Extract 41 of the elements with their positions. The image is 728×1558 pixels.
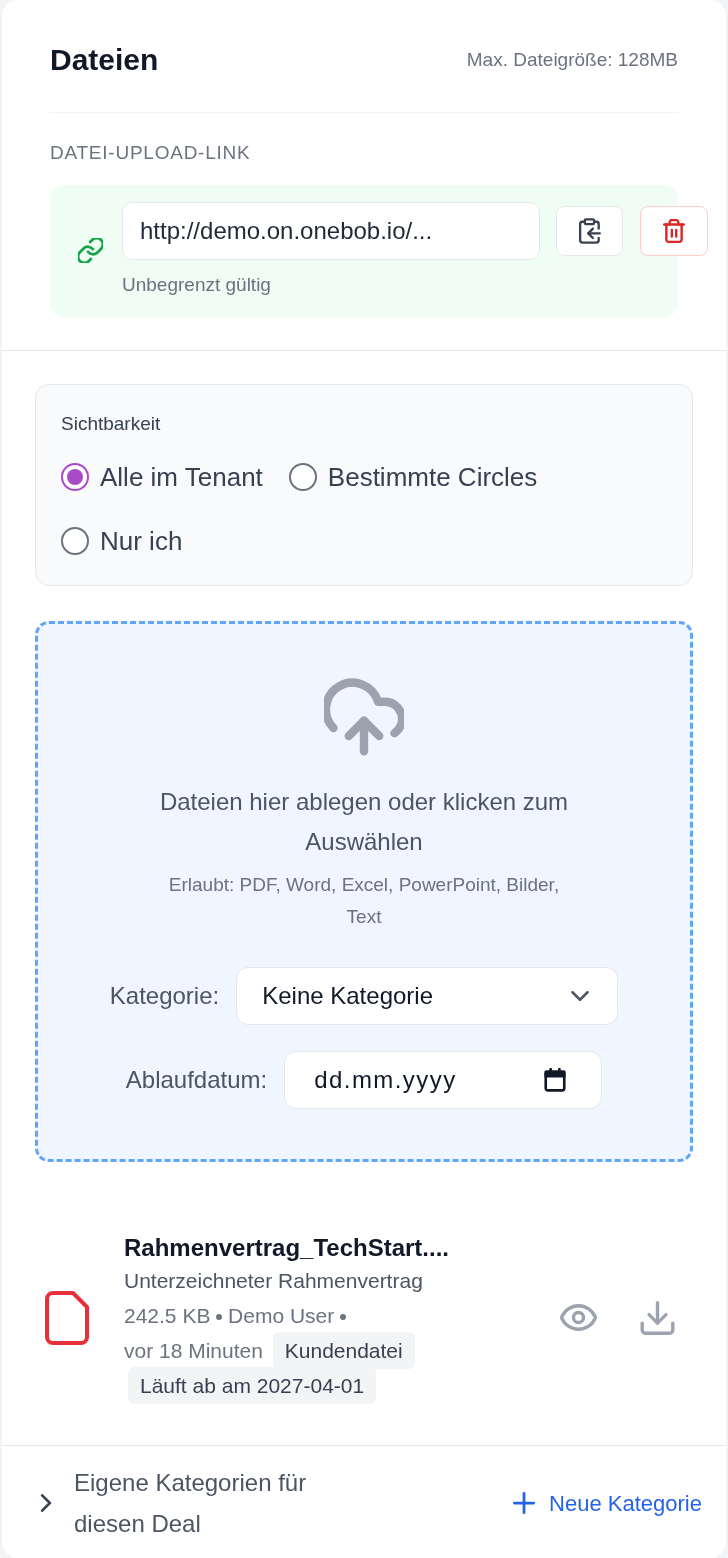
field-label: Sichtbarkeit <box>61 412 162 436</box>
field-label: Ablaufdatum: <box>125 1065 268 1095</box>
radio-button[interactable] <box>61 527 89 555</box>
file-meta: vor 18 Minuten <box>124 1339 263 1362</box>
copy-button[interactable] <box>556 206 623 256</box>
url-field[interactable]: http://demo.on.onebob.io/... <box>122 202 540 260</box>
validity-text: Unbegrenzt gültig <box>122 273 272 297</box>
view-button[interactable] <box>560 1304 597 1331</box>
radio-label[interactable]: Nur ich <box>100 521 183 561</box>
allowed-types-text: Erlaubt: PDF, Word, Excel, PowerPoint, Bilder, Text <box>167 873 561 929</box>
plus-icon <box>513 1492 536 1514</box>
link-icon <box>78 237 103 263</box>
file-name: Rahmenvertrag_TechStart.... <box>124 1233 450 1263</box>
radio-label[interactable]: Bestimmte Circles <box>327 457 538 497</box>
category-select[interactable]: Keine Kategorie <box>236 967 619 1025</box>
calendar-icon <box>544 1068 567 1092</box>
file-meta: Demo User <box>228 1304 335 1327</box>
radio-label[interactable]: Alle im Tenant <box>100 457 263 497</box>
panel-title: Dateien <box>50 42 159 78</box>
tag-badge: Läuft ab am 2027-04-01 <box>128 1367 377 1404</box>
radio-button[interactable] <box>61 463 89 491</box>
download-icon <box>640 1300 675 1335</box>
file-meta: 242.5 KB <box>124 1304 211 1327</box>
eye-icon <box>560 1304 597 1331</box>
file-description: Unterzeichneter Rahmenvertrag <box>124 1268 424 1294</box>
max-file-size: Max. Dateigröße: 128MB <box>466 47 678 72</box>
dropzone[interactable]: Dateien hier ablegen oder klicken zum Auswählen Erlaubt: PDF, Word, Excel, PowerPoint, Bilder, Text Kategorie: Keine Kategorie Ablaufdatum: dd.mm.yyyy <box>35 621 693 1162</box>
clipboard-icon <box>578 218 601 244</box>
trash-icon <box>663 219 685 243</box>
field-label: Kategorie: <box>109 981 220 1011</box>
date-field[interactable]: dd.mm.yyyy <box>284 1051 603 1109</box>
chevron-down-icon <box>571 991 590 1001</box>
new-category-button[interactable]: Neue Kategorie <box>513 1486 702 1520</box>
download-button[interactable] <box>640 1300 675 1335</box>
section-heading: DATEI-UPLOAD-LINK <box>50 141 252 165</box>
delete-button[interactable] <box>640 206 708 256</box>
radio-button[interactable] <box>288 463 317 491</box>
dropzone-prompt: Dateien hier ablegen oder klicken zum Auswählen <box>158 787 570 857</box>
tag-badge: Kundendatei <box>272 1332 415 1369</box>
file-icon <box>45 1290 89 1345</box>
category-toggle[interactable]: Eigene Kategorien für diesen Deal <box>40 1462 336 1544</box>
